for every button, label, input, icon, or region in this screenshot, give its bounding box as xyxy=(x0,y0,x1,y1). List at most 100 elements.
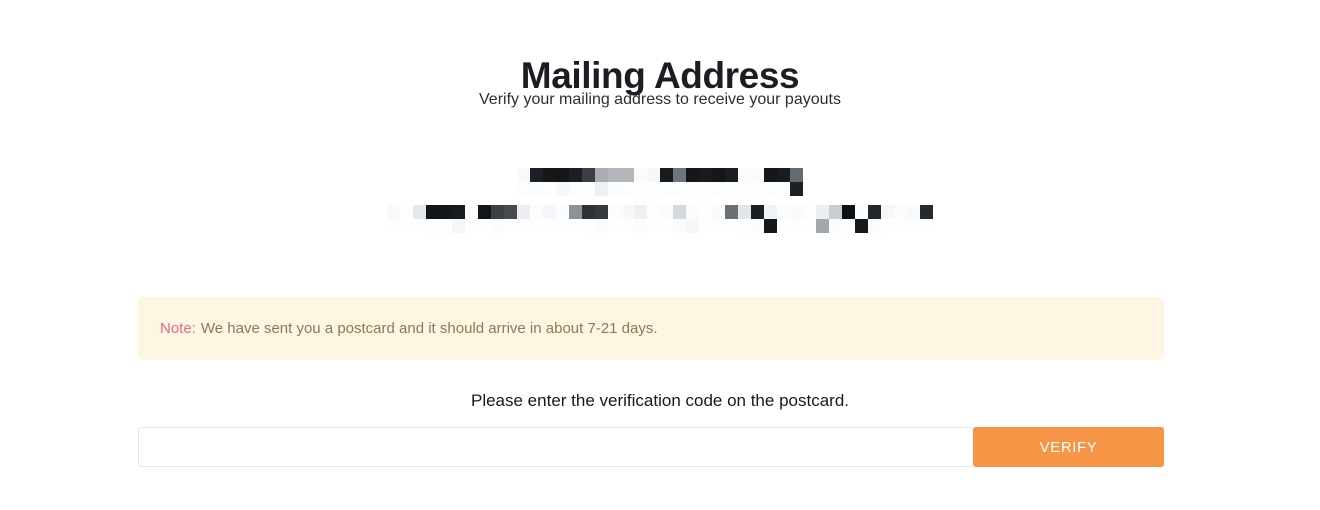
mosaic-cell xyxy=(842,219,855,233)
mosaic-cell xyxy=(764,182,777,196)
mosaic-cell xyxy=(881,219,894,233)
mosaic-cell xyxy=(634,205,647,219)
verify-button[interactable]: VERIFY xyxy=(973,427,1164,467)
mosaic-column xyxy=(790,168,803,196)
mosaic-column xyxy=(738,205,751,233)
mosaic-cell xyxy=(660,182,673,196)
mosaic-column xyxy=(621,168,634,196)
mosaic-cell xyxy=(556,205,569,219)
mosaic-cell xyxy=(790,219,803,233)
mosaic-cell xyxy=(621,182,634,196)
mosaic-column xyxy=(504,205,517,233)
mosaic-cell xyxy=(907,219,920,233)
mosaic-cell xyxy=(725,182,738,196)
mosaic-cell xyxy=(777,205,790,219)
mosaic-cell xyxy=(712,168,725,182)
mosaic-cell xyxy=(491,219,504,233)
mosaic-cell xyxy=(595,168,608,182)
mosaic-cell xyxy=(894,219,907,233)
mosaic-cell xyxy=(699,219,712,233)
mosaic-column xyxy=(790,205,803,233)
mosaic-column xyxy=(400,205,413,233)
mosaic-column xyxy=(829,205,842,233)
mosaic-cell xyxy=(426,205,439,219)
mosaic-column xyxy=(543,205,556,233)
mosaic-cell xyxy=(894,205,907,219)
mosaic-cell xyxy=(387,219,400,233)
mosaic-column xyxy=(699,205,712,233)
mosaic-column xyxy=(881,205,894,233)
mosaic-cell xyxy=(647,182,660,196)
mosaic-column xyxy=(608,168,621,196)
mosaic-cell xyxy=(855,205,868,219)
mosaic-cell xyxy=(686,168,699,182)
mosaic-cell xyxy=(582,182,595,196)
mosaic-cell xyxy=(452,205,465,219)
mosaic-column xyxy=(647,168,660,196)
mosaic-cell xyxy=(660,205,673,219)
mosaic-column xyxy=(907,205,920,233)
mosaic-cell xyxy=(439,205,452,219)
mosaic-column xyxy=(712,168,725,196)
mosaic-cell xyxy=(543,219,556,233)
mosaic-column xyxy=(569,205,582,233)
mosaic-column xyxy=(725,168,738,196)
mosaic-column xyxy=(608,205,621,233)
mosaic-column xyxy=(387,205,400,233)
mosaic-column xyxy=(595,168,608,196)
mosaic-cell xyxy=(608,168,621,182)
mosaic-cell xyxy=(530,168,543,182)
mosaic-cell xyxy=(686,205,699,219)
redacted-recipient-name-row xyxy=(0,168,1320,196)
mosaic-column xyxy=(686,168,699,196)
mosaic-cell xyxy=(465,205,478,219)
mosaic-cell xyxy=(530,219,543,233)
mosaic-column xyxy=(894,205,907,233)
mosaic-cell xyxy=(881,205,894,219)
mosaic-column xyxy=(582,168,595,196)
mosaic-cell xyxy=(660,219,673,233)
mosaic-cell xyxy=(621,205,634,219)
mosaic-column xyxy=(712,205,725,233)
mosaic-cell xyxy=(530,182,543,196)
mosaic-column xyxy=(478,205,491,233)
mosaic-cell xyxy=(764,168,777,182)
mosaic-cell xyxy=(790,182,803,196)
mosaic-cell xyxy=(465,219,478,233)
mosaic-cell xyxy=(634,219,647,233)
mosaic-cell xyxy=(751,205,764,219)
mosaic-column xyxy=(673,205,686,233)
mosaic-column xyxy=(725,205,738,233)
mosaic-cell xyxy=(712,182,725,196)
mosaic-cell xyxy=(556,182,569,196)
mosaic-cell xyxy=(517,168,530,182)
mosaic-cell xyxy=(725,205,738,219)
mosaic-cell xyxy=(855,219,868,233)
mosaic-column xyxy=(751,205,764,233)
mosaic-cell xyxy=(595,205,608,219)
mosaic-cell xyxy=(595,219,608,233)
mosaic-column xyxy=(777,168,790,196)
mosaic-column xyxy=(816,205,829,233)
mosaic-column xyxy=(517,205,530,233)
mosaic-cell xyxy=(517,182,530,196)
mosaic-cell xyxy=(582,219,595,233)
mosaic-street-address xyxy=(387,205,933,233)
mosaic-column xyxy=(660,205,673,233)
mosaic-column xyxy=(465,205,478,233)
mosaic-recipient-name xyxy=(517,168,803,196)
verification-code-input[interactable] xyxy=(138,427,973,467)
verification-code-prompt: Please enter the verification code on th… xyxy=(470,391,849,410)
mosaic-cell xyxy=(868,205,881,219)
mosaic-cell xyxy=(673,219,686,233)
verification-form: VERIFY xyxy=(138,427,1164,467)
mosaic-cell xyxy=(504,219,517,233)
mosaic-column xyxy=(803,205,816,233)
mosaic-cell xyxy=(543,182,556,196)
mosaic-column xyxy=(413,205,426,233)
mosaic-column xyxy=(686,205,699,233)
mosaic-cell xyxy=(621,168,634,182)
mosaic-column xyxy=(751,168,764,196)
mosaic-cell xyxy=(387,205,400,219)
mosaic-column xyxy=(699,168,712,196)
